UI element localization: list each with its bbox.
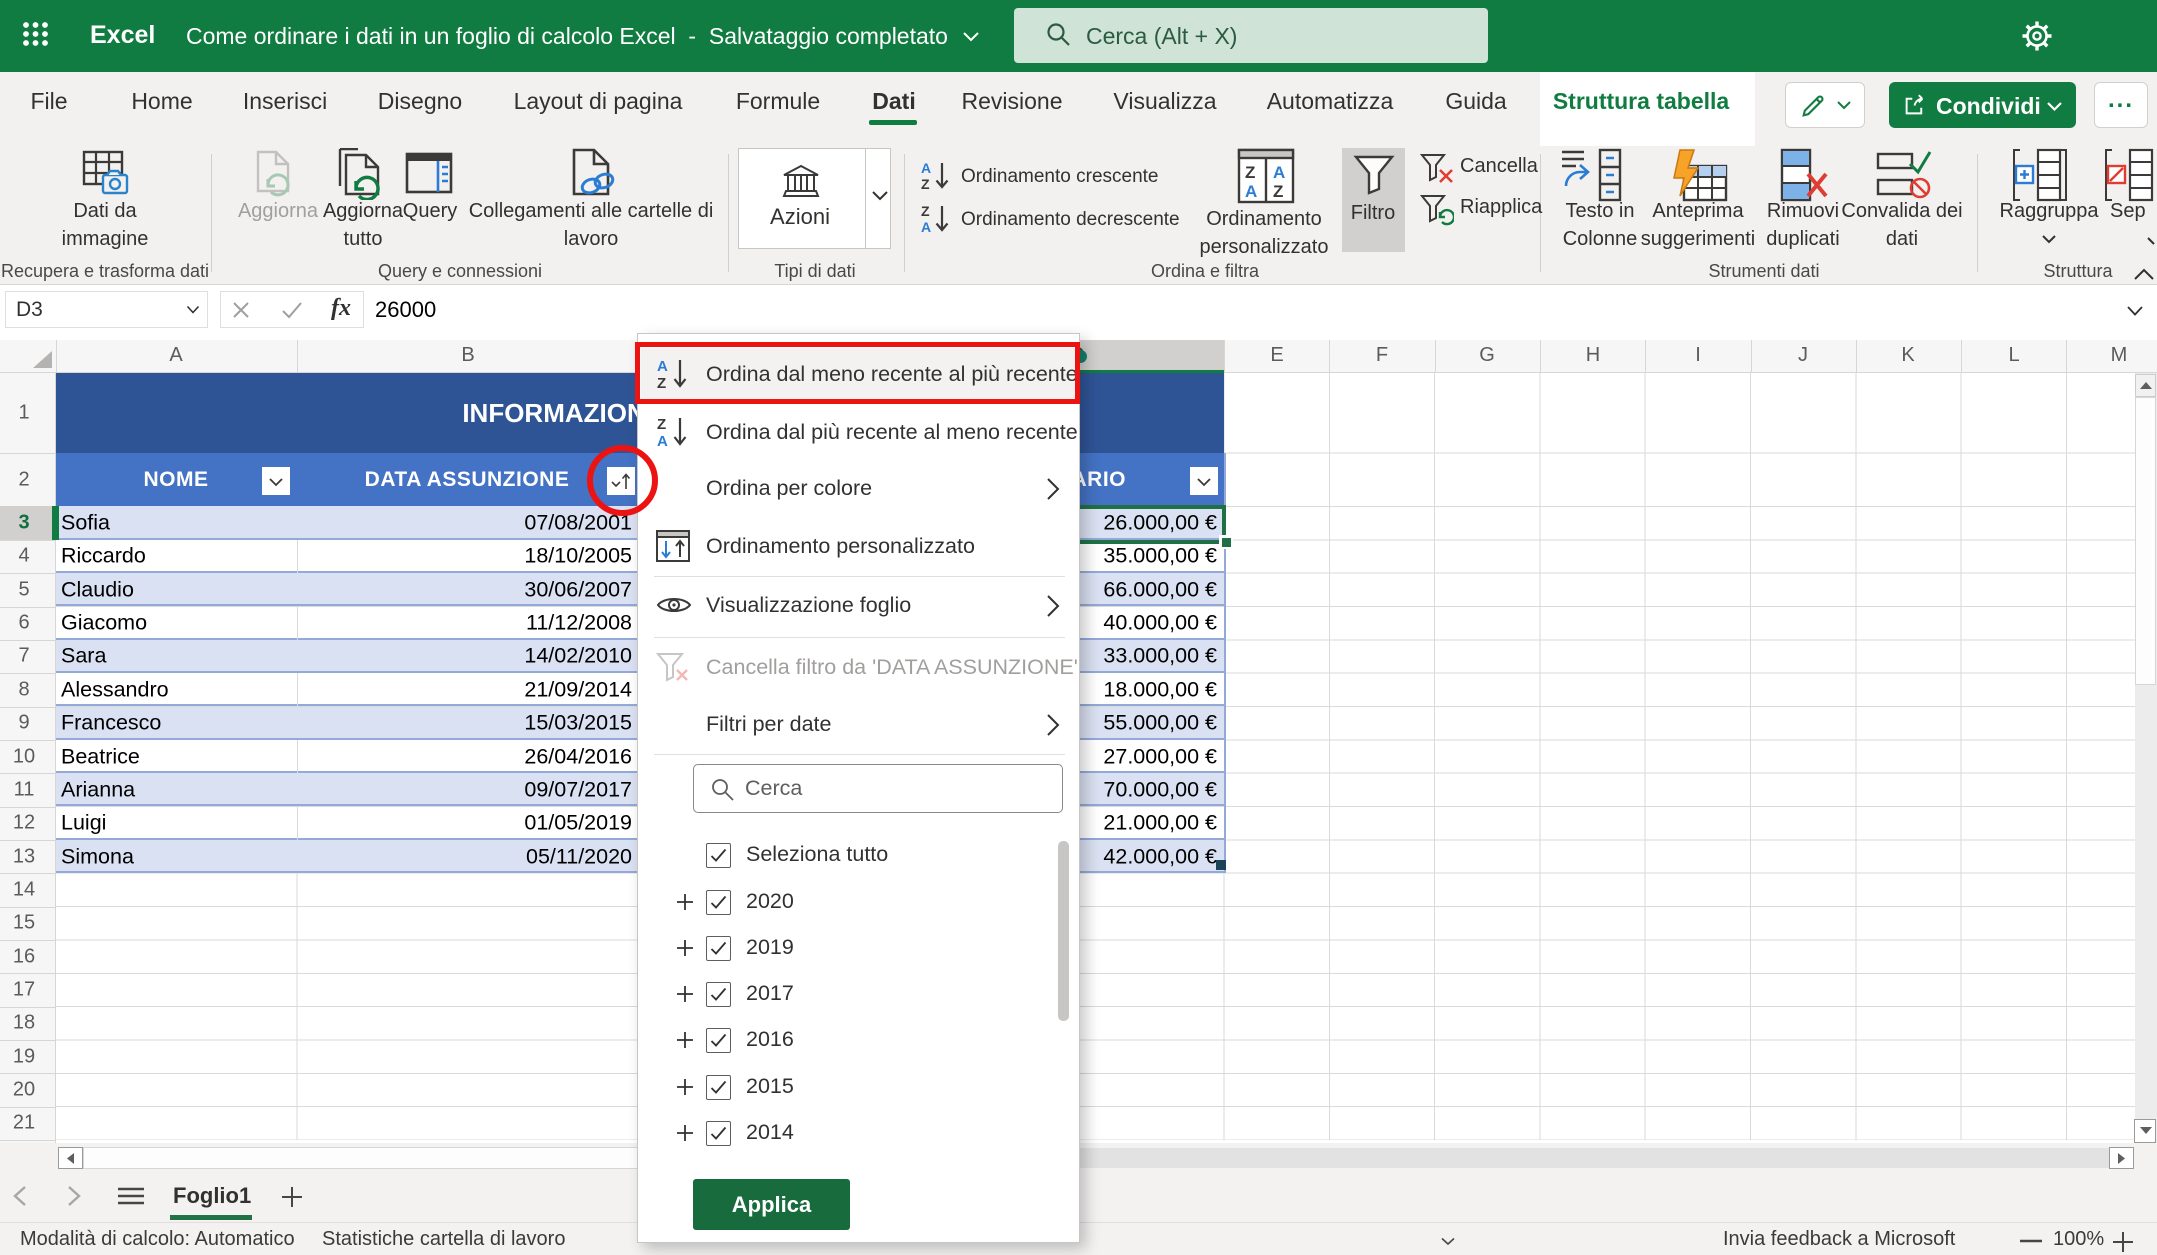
svg-text:Z: Z — [921, 176, 930, 192]
svg-text:A: A — [921, 160, 931, 176]
svg-text:A: A — [657, 433, 668, 449]
svg-text:Z: Z — [1245, 163, 1255, 182]
svg-text:Z: Z — [1273, 182, 1283, 201]
svg-text:Z: Z — [657, 416, 666, 433]
svg-text:Z: Z — [921, 203, 930, 219]
svg-text:A: A — [1273, 163, 1285, 182]
svg-text:A: A — [1245, 182, 1257, 201]
svg-text:A: A — [921, 219, 931, 235]
